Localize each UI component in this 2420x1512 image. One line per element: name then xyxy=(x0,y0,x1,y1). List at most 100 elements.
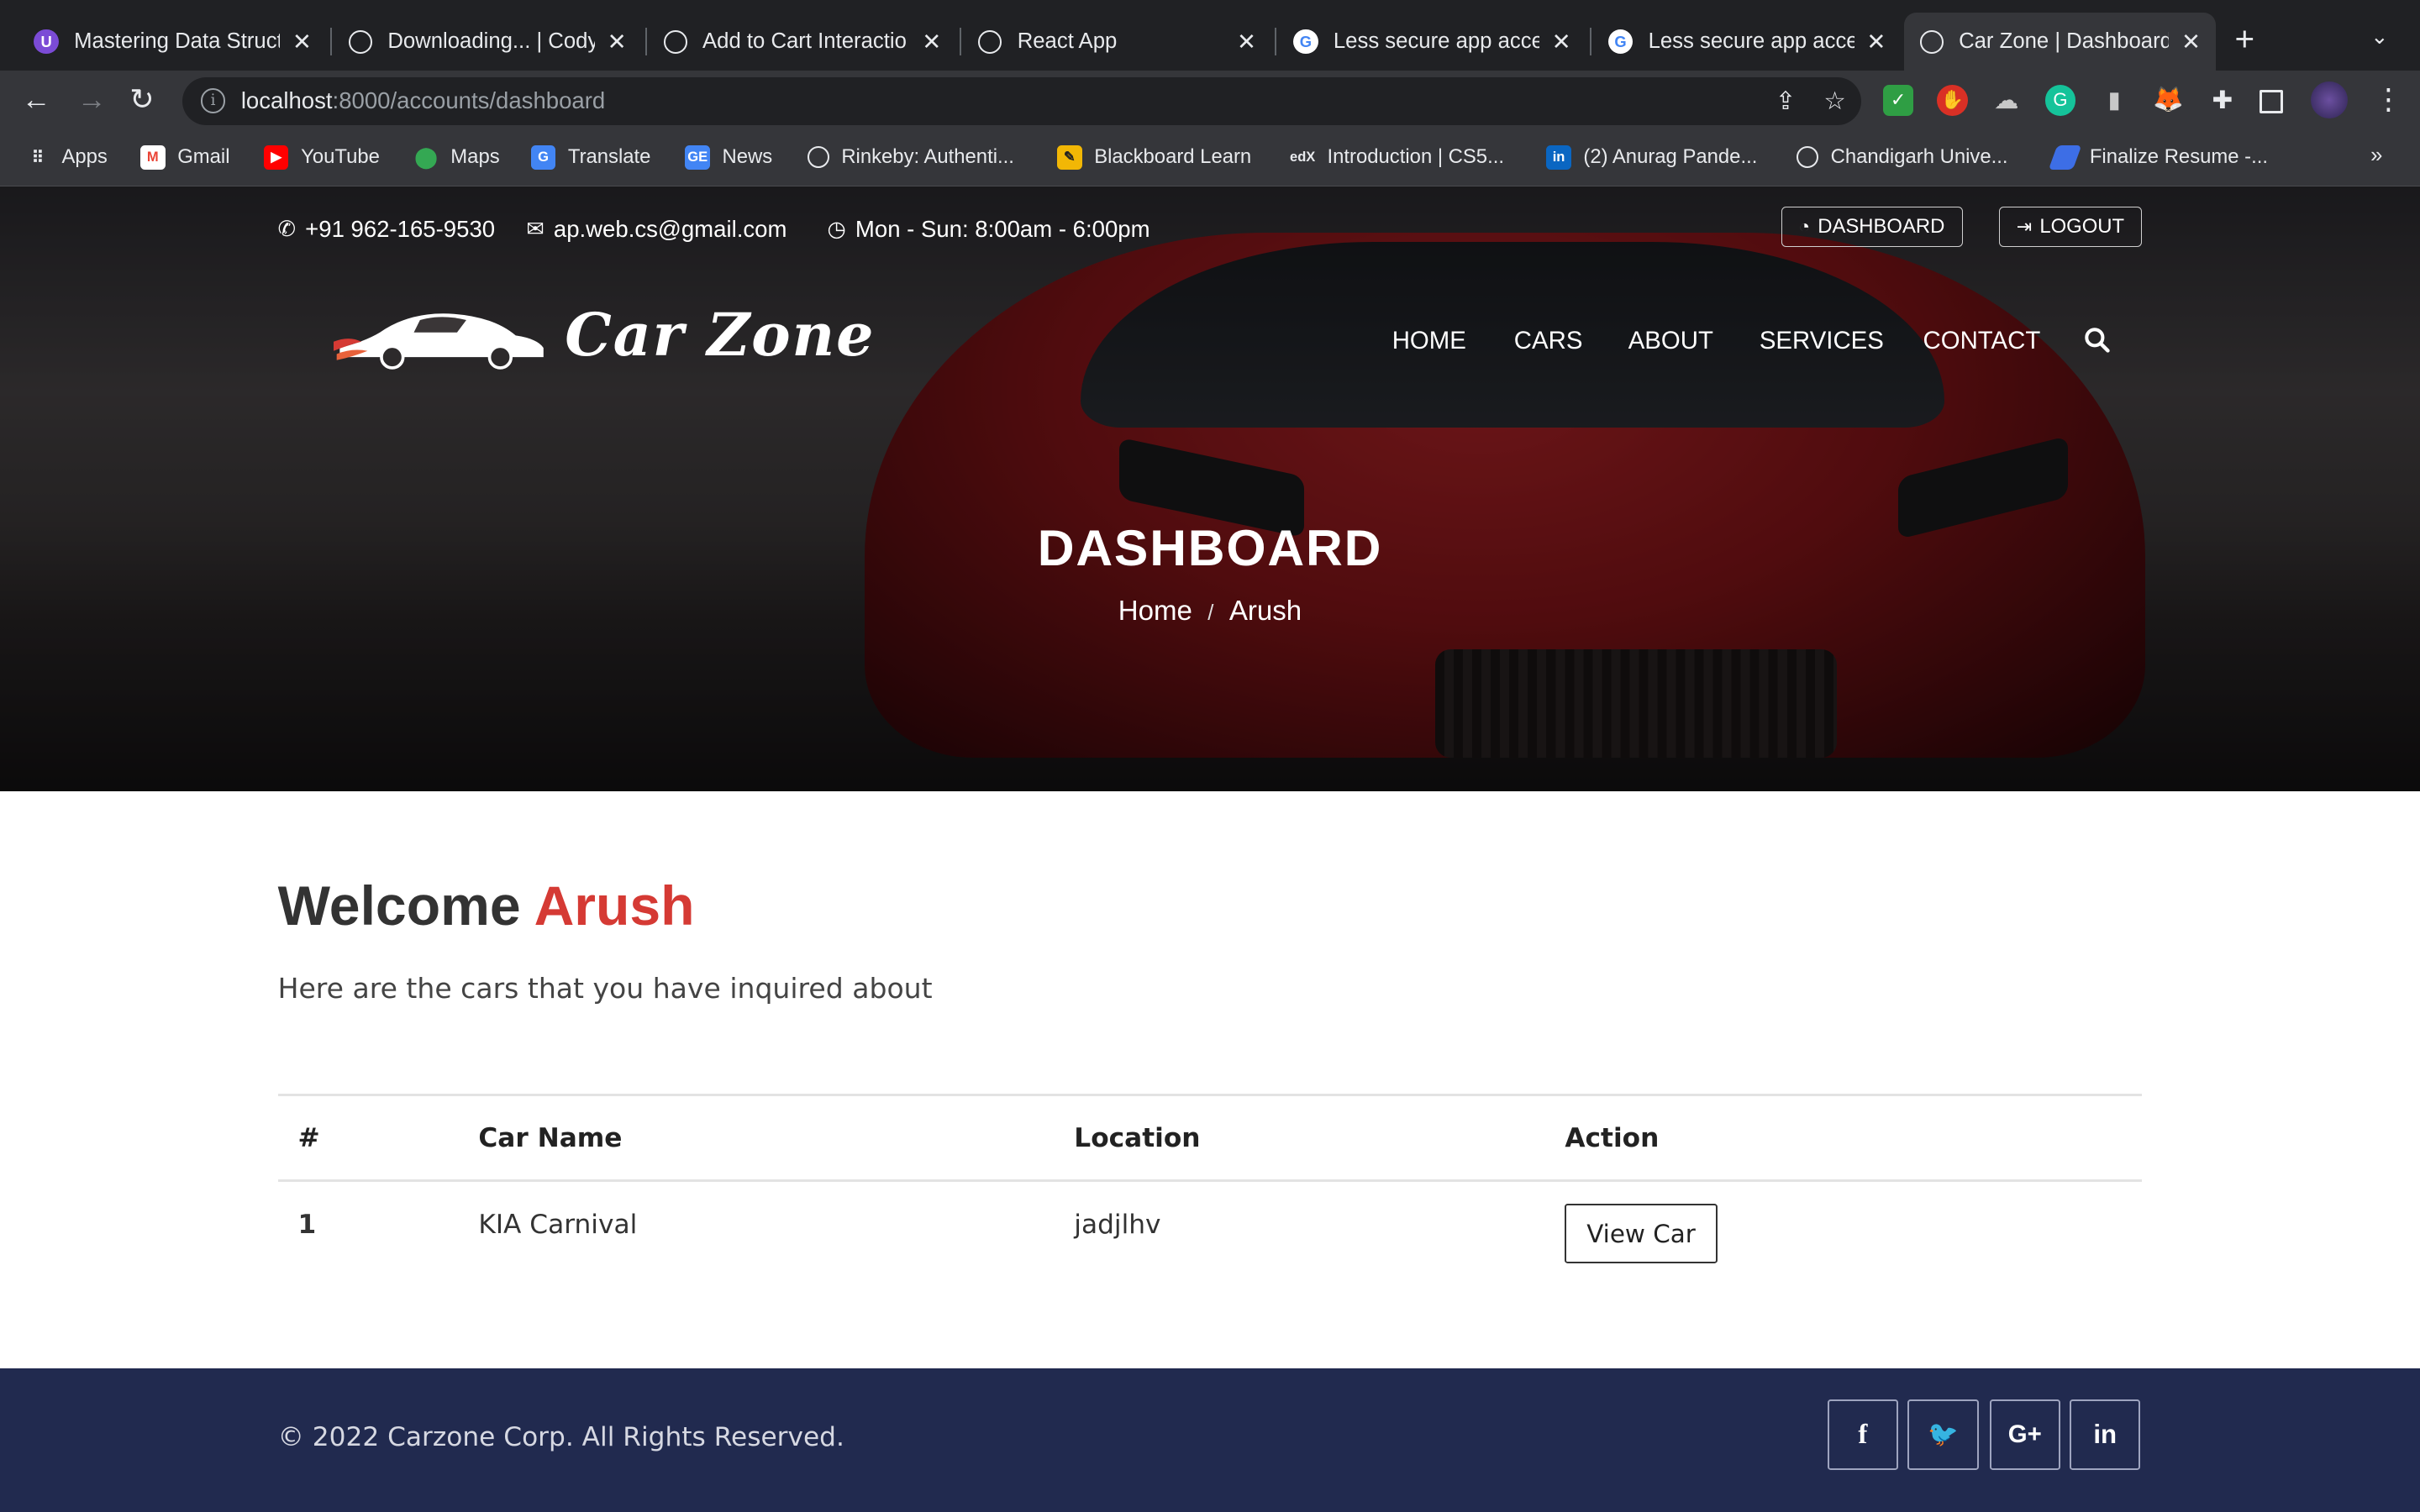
column-header-car-name: Car Name xyxy=(458,1094,1055,1183)
globe-icon xyxy=(807,145,829,168)
nav-services[interactable]: SERVICES xyxy=(1760,327,1884,355)
reload-icon[interactable]: ↻ xyxy=(129,83,154,117)
nav-contact[interactable]: CONTACT xyxy=(1923,327,2041,355)
bookmark-label: Gmail xyxy=(177,145,230,169)
tab-close-icon[interactable]: ✕ xyxy=(922,29,941,55)
logout-button[interactable]: ⇥ LOGOUT xyxy=(1998,207,2143,247)
browser-tab[interactable]: React App ✕ xyxy=(963,13,1271,71)
site-logo[interactable]: Car Zone xyxy=(333,301,876,370)
bookmark-label: Finalize Resume -... xyxy=(2089,145,2269,169)
logo-text: Car Zone xyxy=(565,301,876,370)
bookmark-label: (2) Anurag Pande... xyxy=(1583,145,1758,169)
nav-home[interactable]: HOME xyxy=(1392,327,1466,355)
maps-pin-icon: ⬤ xyxy=(414,145,438,169)
extension-office-icon[interactable]: ▮ xyxy=(2099,85,2130,116)
extension-adblock-icon[interactable]: ✋ xyxy=(1937,85,1968,116)
bookmarks-overflow-icon[interactable]: » xyxy=(2370,144,2382,168)
browser-tab-active[interactable]: Car Zone | Dashboard ✕ xyxy=(1904,12,2217,71)
site-footer: © 2022 Carzone Corp. All Rights Reserved… xyxy=(0,1368,2420,1512)
new-tab-icon[interactable]: + xyxy=(2235,22,2255,55)
tab-title: Add to Cart Interactio xyxy=(702,29,907,54)
row-car-name: KIA Carnival xyxy=(478,1210,638,1241)
tab-close-icon[interactable]: ✕ xyxy=(1866,29,1886,55)
bookmark-blackboard[interactable]: ✎ Blackboard Learn xyxy=(1057,144,1252,171)
tab-search-chevron-icon[interactable]: ⌄ xyxy=(2370,24,2389,50)
profile-avatar[interactable] xyxy=(2310,81,2348,119)
url-path: :8000/accounts/dashboard xyxy=(332,87,606,114)
address-bar[interactable]: i localhost:8000/accounts/dashboard ⇪ ☆ xyxy=(182,76,1862,125)
globe-icon xyxy=(978,29,1002,54)
browser-tab[interactable]: Downloading... | Cody ✕ xyxy=(334,13,642,71)
metamask-fox-icon[interactable]: 🦊 xyxy=(2153,85,2184,116)
bookmark-apps[interactable]: ⠿ Apps xyxy=(24,145,108,170)
bookmark-resume[interactable]: Finalize Resume -... xyxy=(2048,144,2269,171)
tab-close-icon[interactable]: ✕ xyxy=(292,29,312,55)
linkedin-icon[interactable]: in xyxy=(2070,1399,2141,1471)
topbar-email: ✉ ap.web.cs@gmail.com xyxy=(526,216,787,243)
google-icon: G xyxy=(1293,29,1318,55)
tab-close-icon[interactable]: ✕ xyxy=(608,29,627,55)
breadcrumb: Home / Arush xyxy=(0,596,2420,627)
url-host: localhost xyxy=(240,87,333,114)
bookmark-star-icon[interactable]: ☆ xyxy=(1823,87,1845,116)
nav-cars[interactable]: CARS xyxy=(1514,327,1583,355)
bookmark-label: YouTube xyxy=(301,145,380,169)
bookmark-label: Blackboard Learn xyxy=(1094,145,1252,169)
bookmark-chandigarh[interactable]: Chandigarh Unive... xyxy=(1796,145,2008,169)
dashboard-button[interactable]: ◔ DASHBOARD xyxy=(1781,207,1963,247)
tab-close-icon[interactable]: ✕ xyxy=(1237,29,1256,55)
extension-check-icon[interactable]: ✓ xyxy=(1882,85,1914,116)
browser-tab[interactable]: Add to Cart Interactio ✕ xyxy=(648,13,956,71)
bookmark-translate[interactable]: G Translate xyxy=(530,144,651,171)
bookmark-gmail[interactable]: M Gmail xyxy=(140,144,230,171)
browser-menu-icon[interactable]: ⋮ xyxy=(2374,83,2403,117)
grammarly-icon[interactable]: G xyxy=(2044,85,2076,116)
breadcrumb-home-link[interactable]: Home xyxy=(1118,596,1192,627)
column-header-number: # xyxy=(277,1094,459,1183)
tab-title: React App xyxy=(1017,29,1118,54)
forward-arrow-icon[interactable]: → xyxy=(77,83,107,117)
edx-icon: edX xyxy=(1290,149,1316,165)
tab-title: Car Zone | Dashboard xyxy=(1959,29,2170,54)
bookmark-edx[interactable]: edX Introduction | CS5... xyxy=(1290,145,1504,170)
phone-icon: ✆ xyxy=(277,218,297,242)
column-header-action: Action xyxy=(1544,1094,2143,1183)
tab-close-icon[interactable]: ✕ xyxy=(2181,29,2201,55)
browser-tab[interactable]: G Less secure app acce ✕ xyxy=(1592,13,1901,71)
inquiries-table: # Car Name Location Action 1 KIA Carniva… xyxy=(277,1094,2143,1315)
bookmark-label: Maps xyxy=(450,145,500,169)
twitter-icon[interactable]: 🐦 xyxy=(1907,1399,1979,1471)
facebook-icon[interactable]: f xyxy=(1827,1399,1899,1471)
gmail-icon: M xyxy=(140,144,166,171)
bookmark-label: Rinkeby: Authenti... xyxy=(841,144,1014,168)
back-arrow-icon[interactable]: ← xyxy=(22,83,51,117)
table-row: 1 KIA Carnival jadjlhv View Car xyxy=(278,1181,2143,1315)
browser-tab[interactable]: U Mastering Data Structu ✕ xyxy=(18,13,327,71)
youtube-icon: ▶ xyxy=(264,144,289,171)
bookmark-label: Translate xyxy=(567,145,651,169)
bookmark-linkedin[interactable]: in (2) Anurag Pande... xyxy=(1546,144,1758,171)
nav-about[interactable]: ABOUT xyxy=(1628,327,1713,355)
translate-icon: G xyxy=(530,144,556,171)
site-info-icon[interactable]: i xyxy=(200,88,226,114)
logout-icon: ⇥ xyxy=(2016,215,2033,237)
share-icon[interactable]: ⇪ xyxy=(1776,87,1797,116)
extension-cloud-icon[interactable]: ☁ xyxy=(1991,85,2022,116)
bookmark-youtube[interactable]: ▶ YouTube xyxy=(264,144,380,171)
search-icon[interactable] xyxy=(2084,327,2110,354)
bookmark-rinkeby[interactable]: Rinkeby: Authenti... xyxy=(807,144,1014,169)
bookmark-news[interactable]: GE News xyxy=(685,144,772,171)
envelope-icon: ✉ xyxy=(526,218,544,242)
side-panel-icon[interactable] xyxy=(2259,89,2283,113)
welcome-subtitle: Here are the cars that you have inquired… xyxy=(277,972,933,1005)
globe-icon xyxy=(1919,29,1944,54)
view-car-button[interactable]: View Car xyxy=(1565,1204,1718,1264)
tab-close-icon[interactable]: ✕ xyxy=(1552,29,1571,55)
linkedin-icon: in xyxy=(1546,144,1571,171)
dashboard-gauge-icon: ◔ xyxy=(1798,215,1811,237)
extensions-puzzle-icon[interactable]: ✚ xyxy=(2207,85,2238,116)
browser-tab[interactable]: G Less secure app acce ✕ xyxy=(1278,13,1586,71)
google-plus-icon[interactable]: G+ xyxy=(1989,1399,2060,1471)
tab-title: Less secure app acce xyxy=(1333,29,1539,54)
bookmark-maps[interactable]: ⬤ Maps xyxy=(413,145,500,170)
